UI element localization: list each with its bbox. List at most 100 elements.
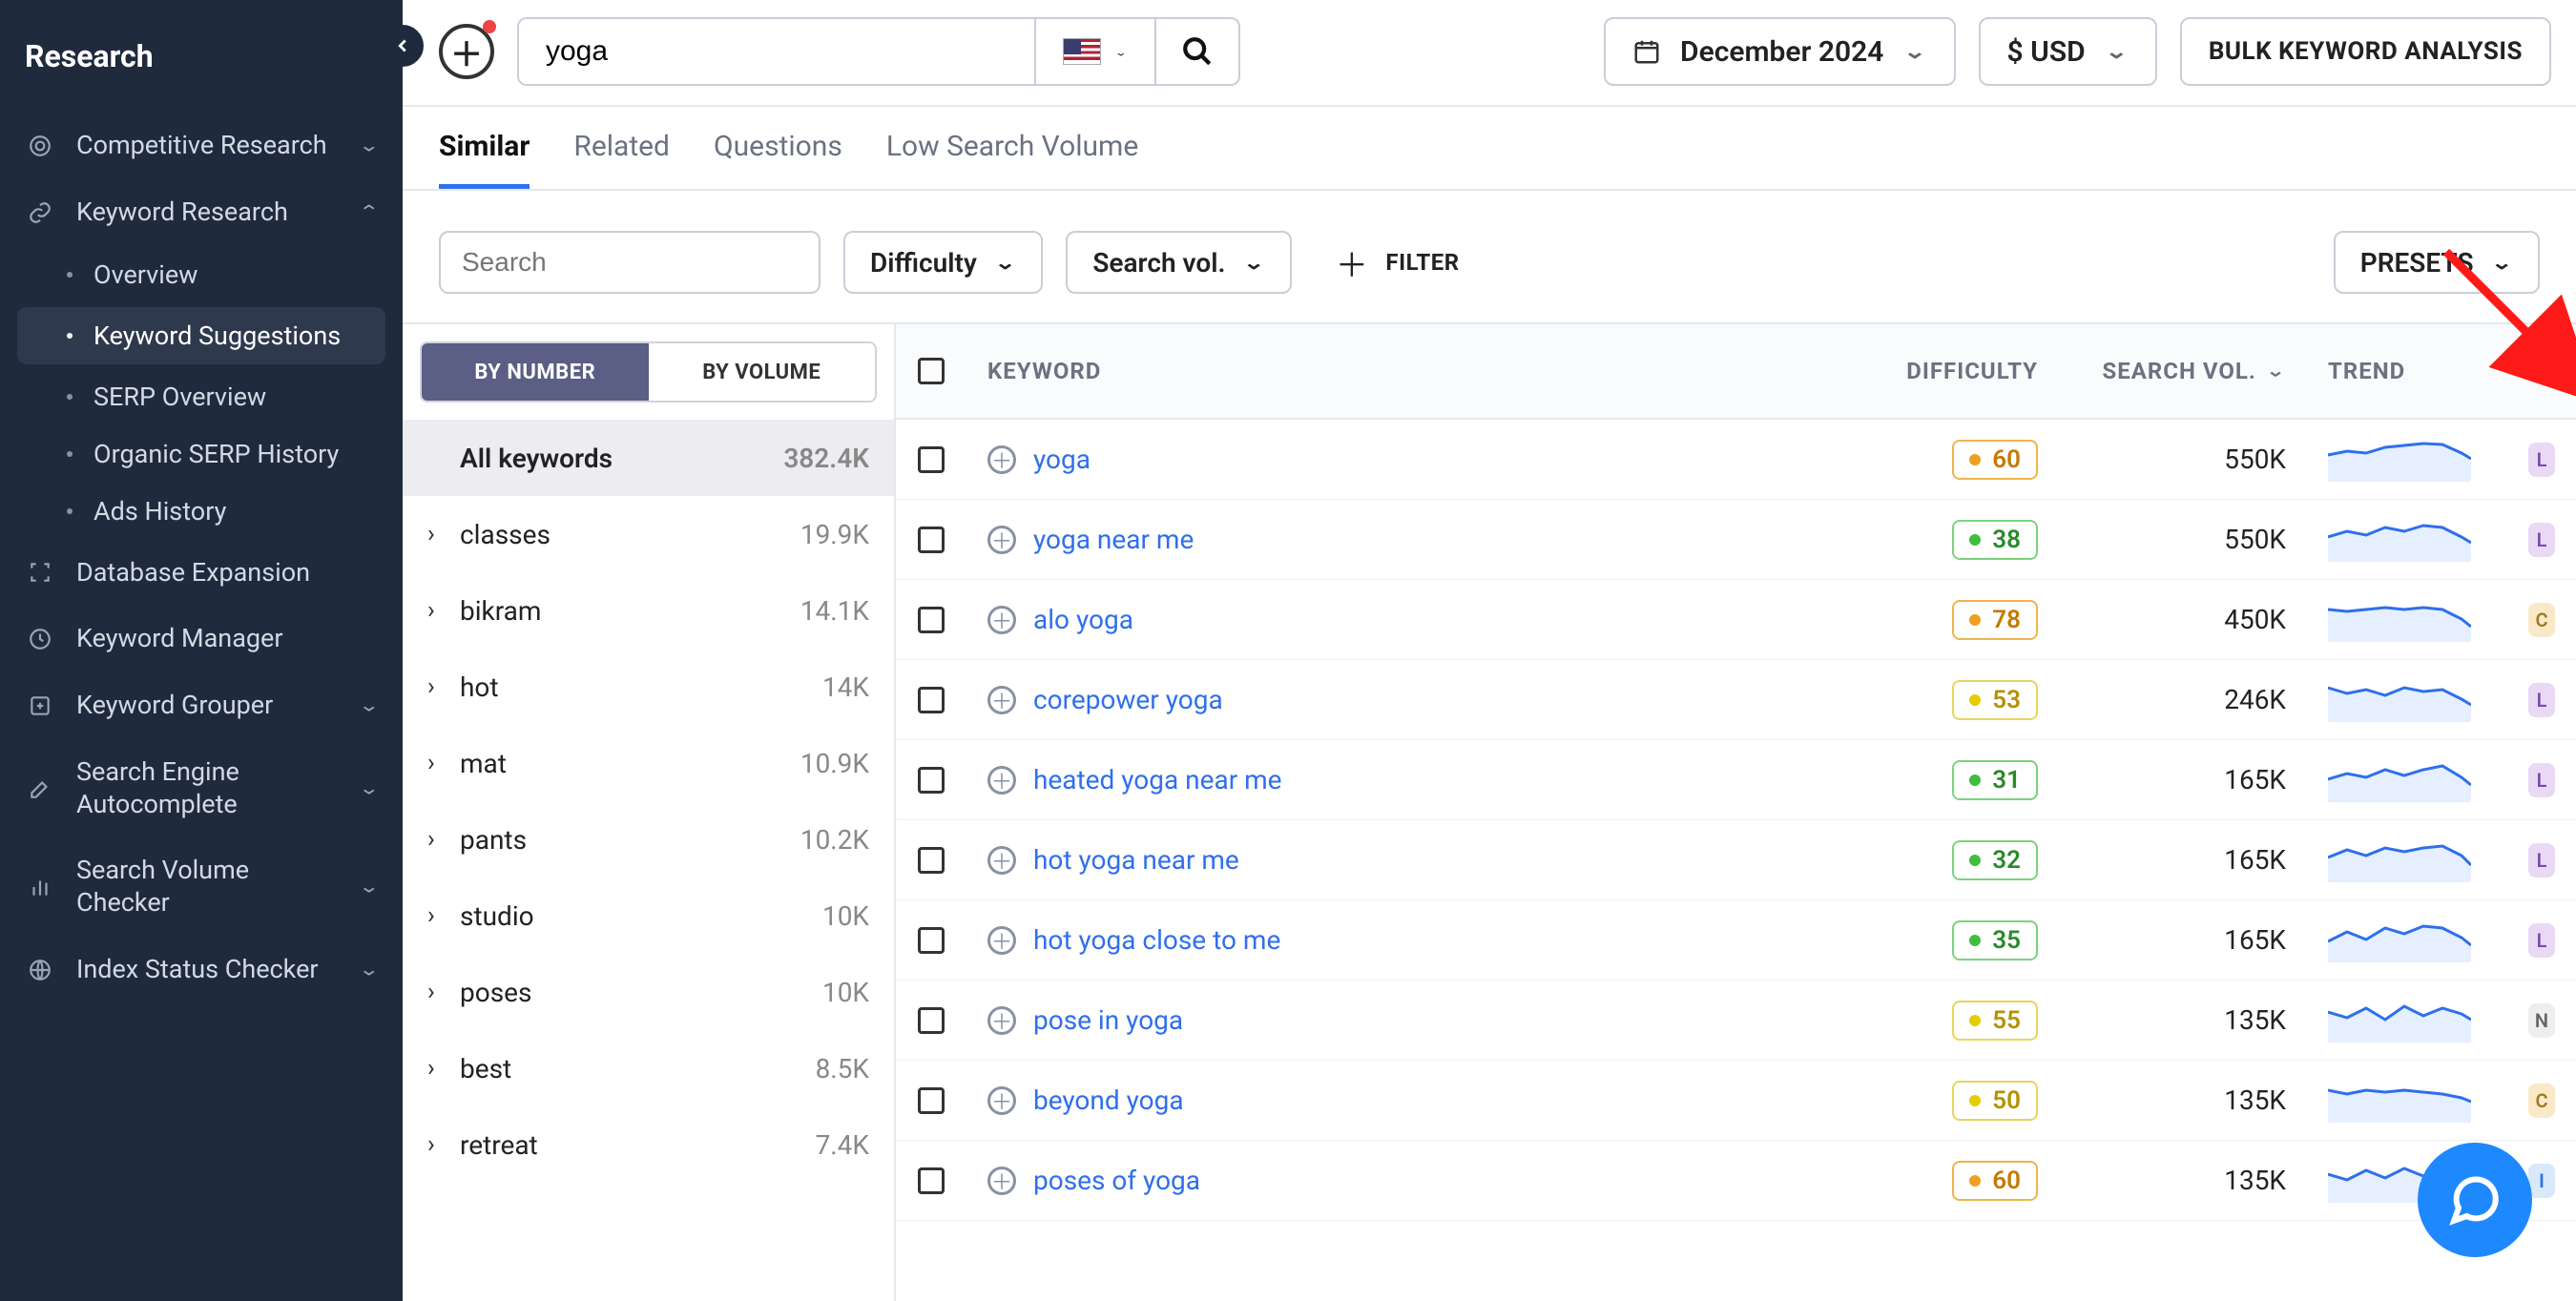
- keyword-link[interactable]: corepower yoga: [1033, 684, 1223, 715]
- dot-icon: [1969, 614, 1981, 626]
- keyword-link[interactable]: beyond yoga: [1033, 1084, 1184, 1116]
- filter-search-input[interactable]: [462, 247, 806, 278]
- row-checkbox[interactable]: [918, 1087, 945, 1114]
- chevron-down-icon: ⌄: [994, 251, 1016, 273]
- keyword-group-row[interactable]: › bikram 14.1K: [403, 572, 894, 649]
- sidebar-item-search-engine-autocomplete[interactable]: Search Engine Autocomplete ⌄: [0, 739, 403, 838]
- sidebar-item-keyword-grouper[interactable]: Keyword Grouper ⌄: [0, 672, 403, 739]
- add-to-list-button[interactable]: ＋: [987, 606, 1016, 634]
- locale-selector[interactable]: ⌄: [1034, 19, 1154, 84]
- keyword-link[interactable]: yoga: [1033, 444, 1091, 475]
- intent-badge: I: [2528, 1164, 2555, 1198]
- keyword-group-row[interactable]: › poses 10K: [403, 954, 894, 1030]
- keyword-link[interactable]: yoga near me: [1033, 524, 1194, 555]
- table-row: ＋ heated yoga near me 31 165K L: [896, 740, 2576, 820]
- all-keywords-label: All keywords: [460, 443, 783, 474]
- row-checkbox[interactable]: [918, 1167, 945, 1194]
- currency-selector[interactable]: $ USD ⌄: [1979, 17, 2157, 86]
- chat-fab-button[interactable]: [2418, 1143, 2532, 1257]
- tab-low-search-volume[interactable]: Low Search Volume: [886, 130, 1138, 189]
- difficulty-badge: 55: [1952, 1001, 2038, 1041]
- row-checkbox[interactable]: [918, 527, 945, 553]
- col-difficulty[interactable]: DIFFICULTY: [1782, 358, 2059, 384]
- target-icon: [25, 131, 55, 161]
- search-button[interactable]: [1154, 19, 1238, 84]
- tab-questions[interactable]: Questions: [714, 130, 842, 189]
- keyword-group-row[interactable]: › classes 19.9K: [403, 496, 894, 572]
- add-to-list-button[interactable]: ＋: [987, 445, 1016, 474]
- volume-filter[interactable]: Search vol. ⌄: [1066, 231, 1292, 294]
- col-search-vol[interactable]: SEARCH VOL. ⌄: [2059, 358, 2307, 384]
- by-volume-toggle[interactable]: BY VOLUME: [649, 343, 876, 401]
- all-keywords-row[interactable]: All keywords 382.4K: [403, 420, 894, 496]
- keyword-group-row[interactable]: › mat 10.9K: [403, 725, 894, 801]
- sidebar-subitem-ads-history[interactable]: Ads History: [0, 483, 403, 540]
- keyword-link[interactable]: hot yoga near me: [1033, 844, 1239, 876]
- add-to-list-button[interactable]: ＋: [987, 686, 1016, 714]
- tab-similar[interactable]: Similar: [439, 130, 530, 189]
- keyword-link[interactable]: hot yoga close to me: [1033, 924, 1280, 956]
- tab-related[interactable]: Related: [573, 130, 670, 189]
- row-checkbox[interactable]: [918, 927, 945, 954]
- add-to-list-button[interactable]: ＋: [987, 766, 1016, 795]
- keyword-group-row[interactable]: › best 8.5K: [403, 1030, 894, 1106]
- add-keyword-button[interactable]: ＋: [439, 24, 494, 79]
- col-sea[interactable]: SEA: [2507, 358, 2576, 384]
- table-row: ＋ hot yoga close to me 35 165K L: [896, 900, 2576, 981]
- add-to-list-button[interactable]: ＋: [987, 1086, 1016, 1115]
- keyword-link[interactable]: alo yoga: [1033, 604, 1133, 635]
- add-to-list-button[interactable]: ＋: [987, 1006, 1016, 1035]
- intent-badge: L: [2528, 763, 2555, 797]
- add-to-list-button[interactable]: ＋: [987, 526, 1016, 554]
- sidebar-item-keyword-research[interactable]: Keyword Research ⌃: [0, 179, 403, 246]
- group-mode-toggle[interactable]: BY NUMBER BY VOLUME: [420, 341, 877, 403]
- sidebar-subitem-serp-overview[interactable]: SERP Overview: [0, 368, 403, 425]
- keyword-link[interactable]: poses of yoga: [1033, 1165, 1200, 1196]
- dot-icon: [67, 394, 73, 400]
- sidebar: Research Competitive Research ⌄ Keyword …: [0, 0, 403, 1301]
- add-filter-button[interactable]: ＋ FILTER: [1336, 239, 1460, 286]
- group-count: 14K: [822, 671, 869, 703]
- by-number-toggle[interactable]: BY NUMBER: [422, 343, 649, 401]
- sidebar-subitem-overview[interactable]: Overview: [0, 246, 403, 303]
- date-selector[interactable]: December 2024 ⌄: [1604, 17, 1956, 86]
- keyword-link[interactable]: pose in yoga: [1033, 1004, 1183, 1036]
- select-all-checkbox[interactable]: [918, 358, 945, 384]
- row-checkbox[interactable]: [918, 847, 945, 874]
- add-to-list-button[interactable]: ＋: [987, 926, 1016, 955]
- search-volume-value: 135K: [2059, 1165, 2307, 1196]
- dot-icon: [67, 451, 73, 457]
- row-checkbox[interactable]: [918, 1007, 945, 1034]
- difficulty-badge: 50: [1952, 1081, 2038, 1121]
- sidebar-item-keyword-manager[interactable]: Keyword Manager: [0, 606, 403, 672]
- sidebar-item-search-volume-checker[interactable]: Search Volume Checker ⌄: [0, 837, 403, 937]
- row-checkbox[interactable]: [918, 687, 945, 713]
- col-trend[interactable]: TREND: [2307, 358, 2507, 384]
- difficulty-filter[interactable]: Difficulty ⌄: [843, 231, 1043, 294]
- chevron-down-icon: ⌄: [358, 876, 380, 898]
- keyword-group-row[interactable]: › hot 14K: [403, 649, 894, 725]
- row-checkbox[interactable]: [918, 607, 945, 633]
- dot-icon: [67, 508, 73, 514]
- row-checkbox[interactable]: [918, 446, 945, 473]
- row-checkbox[interactable]: [918, 767, 945, 794]
- col-keyword[interactable]: KEYWORD: [966, 358, 1782, 384]
- keyword-group-row[interactable]: › pants 10.2K: [403, 801, 894, 878]
- presets-button[interactable]: PRESETS ⌄: [2334, 231, 2540, 294]
- keyword-search-input[interactable]: [519, 19, 1034, 84]
- keyword-link[interactable]: heated yoga near me: [1033, 764, 1282, 795]
- difficulty-badge: 31: [1952, 760, 2038, 800]
- bulk-analysis-button[interactable]: BULK KEYWORD ANALYSIS: [2180, 17, 2551, 86]
- filter-search[interactable]: [439, 231, 821, 294]
- sidebar-item-index-status-checker[interactable]: Index Status Checker ⌄: [0, 937, 403, 1003]
- add-to-list-button[interactable]: ＋: [987, 846, 1016, 875]
- sidebar-subitem-organic-serp-history[interactable]: Organic SERP History: [0, 425, 403, 483]
- keyword-group-row[interactable]: › retreat 7.4K: [403, 1106, 894, 1183]
- trend-sparkline: [2307, 1079, 2507, 1123]
- sidebar-subitem-keyword-suggestions[interactable]: Keyword Suggestions: [17, 307, 385, 364]
- sidebar-item-competitive-research[interactable]: Competitive Research ⌄: [0, 113, 403, 179]
- add-to-list-button[interactable]: ＋: [987, 1167, 1016, 1195]
- sidebar-item-database-expansion[interactable]: Database Expansion: [0, 540, 403, 607]
- keyword-group-row[interactable]: › studio 10K: [403, 878, 894, 954]
- add-filter-label: FILTER: [1385, 249, 1459, 276]
